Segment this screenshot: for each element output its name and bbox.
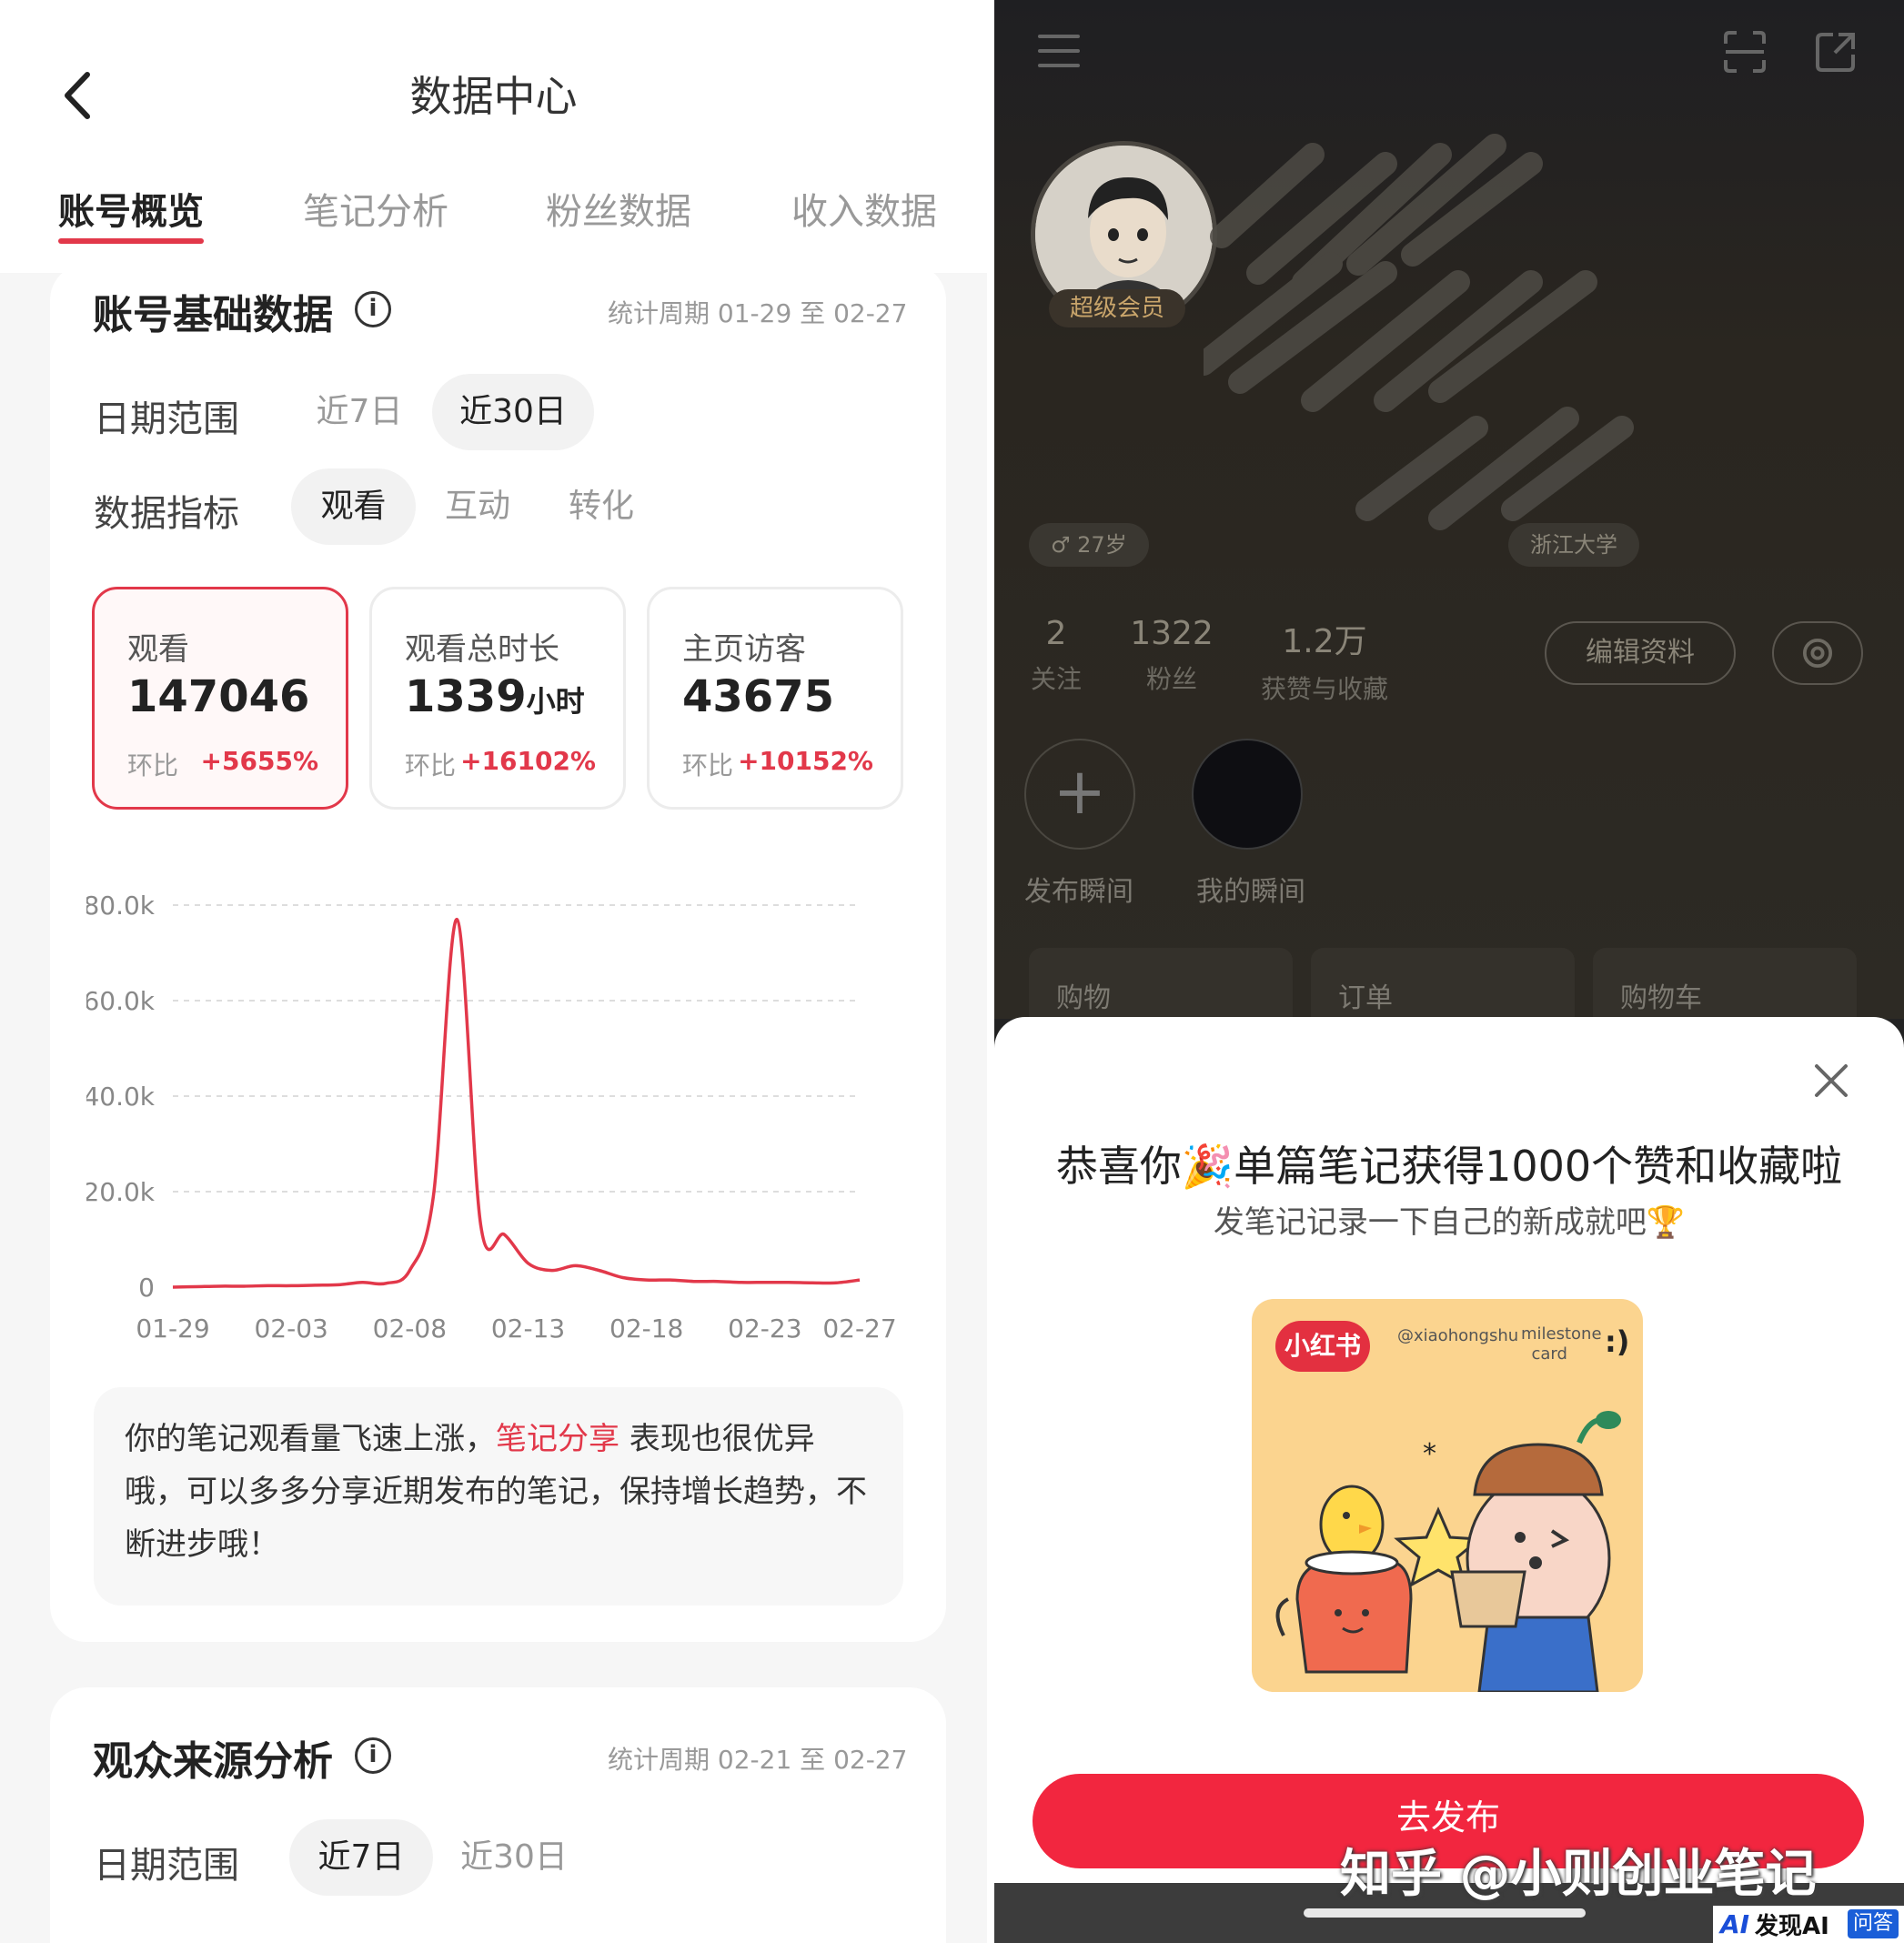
date-option-7d[interactable]: 近7日: [305, 374, 414, 450]
tip-highlight: 笔记分享: [496, 1421, 620, 1457]
tab-fans-data[interactable]: 粉丝数据: [546, 182, 691, 235]
stat-fans[interactable]: 1322 粉丝: [1122, 615, 1222, 696]
edit-profile-button[interactable]: 编辑资料: [1545, 621, 1736, 685]
tab-bar: 账号概览 笔记分析 粉丝数据 收入数据: [0, 182, 987, 255]
metric-value: 1339小时: [405, 671, 585, 722]
active-tab-indicator: [58, 238, 204, 244]
x-tick-label: 02-18: [609, 1314, 683, 1344]
y-tick-label: 20.0k: [86, 1177, 156, 1207]
metric-label: 数据指标: [94, 493, 239, 535]
home-indicator[interactable]: [1304, 1908, 1586, 1918]
date-option-30d[interactable]: 近30日: [446, 1819, 582, 1896]
my-moment-thumbnail[interactable]: [1192, 739, 1303, 850]
info-icon[interactable]: i: [355, 291, 391, 327]
x-tick-label: 01-29: [136, 1314, 209, 1344]
menu-icon[interactable]: [1038, 35, 1080, 71]
watermark-text: 知乎 @小则创业笔记: [1340, 1845, 1817, 1904]
stat-following[interactable]: 2 关注: [1029, 615, 1083, 696]
metric-card-watch-time[interactable]: 观看总时长 1339小时 环比 +16102%: [369, 587, 626, 810]
close-icon[interactable]: [1811, 1061, 1851, 1101]
school-tag: 浙江大学: [1508, 523, 1639, 567]
vip-badge: 超级会员: [1049, 289, 1185, 327]
date-range-label: 日期范围: [94, 398, 239, 440]
svg-text:*: *: [1423, 1438, 1436, 1470]
date-range-label: 日期范围: [94, 1845, 239, 1887]
y-tick-label: 80.0k: [86, 891, 156, 921]
metric-option-conversion[interactable]: 转化: [551, 468, 651, 545]
info-icon[interactable]: i: [355, 1737, 391, 1774]
publish-moment-label: 发布瞬间: [1024, 876, 1133, 908]
x-tick-label: 02-08: [373, 1314, 447, 1344]
y-tick-label: 40.0k: [86, 1082, 156, 1112]
redaction-scribble: [1204, 134, 1634, 530]
metric-compare-label: 环比: [682, 750, 734, 780]
publish-moment-button[interactable]: +: [1024, 739, 1135, 850]
stat-period-audience: 统计周期 02-21 至 02-27: [608, 1745, 908, 1775]
tab-note-analysis[interactable]: 笔记分析: [303, 182, 448, 235]
metric-option-views[interactable]: 观看: [291, 468, 416, 545]
section-title: 账号基础数据: [93, 292, 333, 338]
audience-source-card: [50, 1687, 946, 1943]
metric-option-interaction[interactable]: 互动: [428, 468, 528, 545]
metric-change: +5655%: [200, 746, 318, 776]
site-logo: AI 发现AI 问答: [1713, 1906, 1904, 1943]
date-option-7d[interactable]: 近7日: [289, 1819, 433, 1896]
metric-change: +16102%: [460, 746, 596, 776]
metric-card-views[interactable]: 观看 147046 环比 +5655%: [92, 587, 348, 810]
y-tick-label: 0: [138, 1273, 155, 1303]
milestone-card-image: 小红书 @xiaohongshu milestone card :) *: [1252, 1299, 1643, 1692]
section-title-audience: 观众来源分析: [93, 1738, 333, 1785]
milestone-modal: 恭喜你🎉单篇笔记获得1000个赞和收藏啦 发笔记记录一下自己的新成就吧🏆 小红书…: [994, 1017, 1904, 1943]
x-tick-label: 02-27: [822, 1314, 896, 1344]
profile-panel: 超级会员 ♂ 27岁 浙江大学 2 关注 1322 粉丝 1.2万 获赞与收藏 编辑资…: [994, 0, 1904, 1943]
stat-likes-collects[interactable]: 1.2万 获赞与收藏: [1247, 615, 1402, 706]
metric-value: 43675: [682, 671, 834, 722]
y-tick-label: 60.0k: [86, 986, 156, 1016]
metric-card-profile-visitors[interactable]: 主页访客 43675 环比 +10152%: [647, 587, 903, 810]
x-tick-label: 02-13: [491, 1314, 565, 1344]
metric-title: 观看: [127, 631, 189, 668]
page-title: 数据中心: [409, 72, 578, 121]
settings-button[interactable]: [1772, 621, 1863, 685]
views-line-chart: 0 20.0k 40.0k 60.0k 80.0k 01-29 02-03 02-08 02-1…: [86, 891, 897, 1344]
metric-compare-label: 环比: [127, 750, 179, 780]
data-center-panel: 数据中心 账号概览 笔记分析 粉丝数据 收入数据 账号基础数据 i 统计周期 0…: [0, 0, 987, 1943]
insight-tip: 你的笔记观看量飞速上涨，笔记分享 表现也很优异哦，可以多多分享近期发布的笔记，保…: [94, 1387, 903, 1606]
modal-title: 恭喜你🎉单篇笔记获得1000个赞和收藏啦: [1055, 1142, 1843, 1191]
tip-text: 你的笔记观看量飞速上涨，: [125, 1421, 496, 1457]
modal-subtitle: 发笔记记录一下自己的新成就吧🏆: [1213, 1204, 1686, 1241]
stat-period: 统计周期 01-29 至 02-27: [608, 298, 908, 328]
tab-income-data[interactable]: 收入数据: [791, 182, 937, 235]
metric-compare-label: 环比: [405, 750, 457, 780]
metric-change: +10152%: [738, 746, 873, 776]
metric-title: 观看总时长: [405, 631, 559, 668]
share-icon[interactable]: [1813, 29, 1859, 75]
date-option-30d[interactable]: 近30日: [432, 374, 594, 450]
my-moment-label: 我的瞬间: [1196, 876, 1305, 908]
x-tick-label: 02-03: [254, 1314, 327, 1344]
tab-account-overview[interactable]: 账号概览: [58, 182, 204, 235]
illustration: *: [1275, 1411, 1621, 1692]
series-line-views: [172, 917, 861, 1289]
x-tick-label: 02-23: [728, 1314, 801, 1344]
metric-value: 147046: [127, 671, 310, 722]
scan-icon[interactable]: [1722, 29, 1768, 75]
gear-icon: [1802, 638, 1833, 669]
age-tag: ♂ 27岁: [1029, 523, 1149, 567]
metric-title: 主页访客: [682, 631, 806, 668]
